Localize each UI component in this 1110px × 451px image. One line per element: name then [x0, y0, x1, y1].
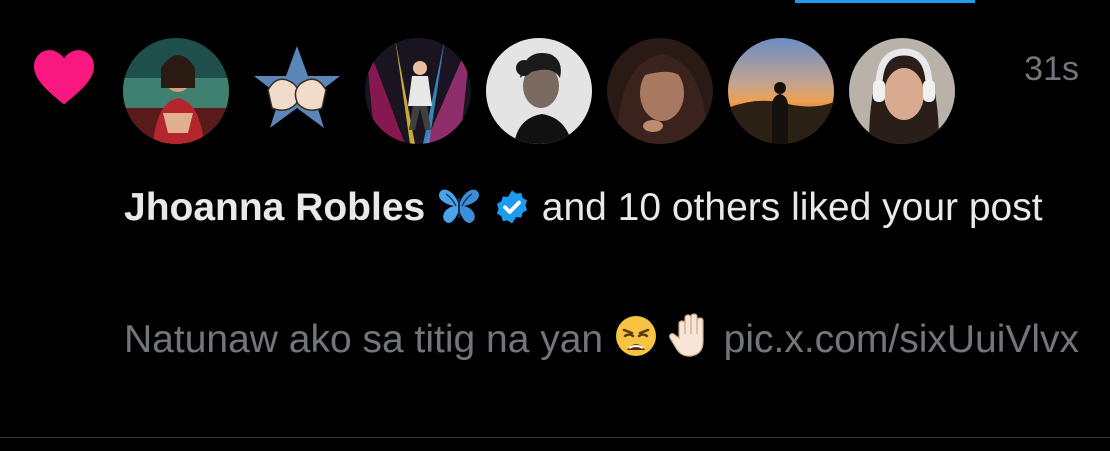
verified-badge-icon	[496, 190, 527, 224]
avatar[interactable]	[849, 38, 955, 144]
avatar[interactable]	[607, 38, 713, 144]
weary-face-icon	[615, 316, 656, 356]
avatar[interactable]	[365, 38, 471, 144]
notification-text: Jhoanna Robles and 10 others liked your …	[124, 180, 1084, 236]
heart-icon	[34, 50, 94, 105]
divider	[0, 437, 1110, 438]
post-preview[interactable]: Natunaw ako sa titig na yan pic.x.com/si…	[124, 312, 1084, 368]
raised-hand-icon	[668, 313, 704, 357]
post-link[interactable]: pic.x.com/sixUuiVlvx	[724, 318, 1079, 361]
liker-avatars	[123, 38, 955, 144]
liker-username[interactable]: Jhoanna Robles	[124, 186, 425, 229]
avatar[interactable]	[486, 38, 592, 144]
post-preview-text: Natunaw ako sa titig na yan	[124, 318, 604, 361]
notification-action: and 10 others liked your post	[530, 186, 1043, 229]
notification-timestamp: 31s	[1024, 50, 1079, 88]
butterfly-icon	[439, 189, 480, 223]
avatar[interactable]	[123, 38, 229, 144]
avatar[interactable]	[244, 38, 350, 144]
like-notification[interactable]: 31s Jhoanna Robles and 10 others liked y…	[0, 0, 1110, 437]
avatar[interactable]	[728, 38, 834, 144]
